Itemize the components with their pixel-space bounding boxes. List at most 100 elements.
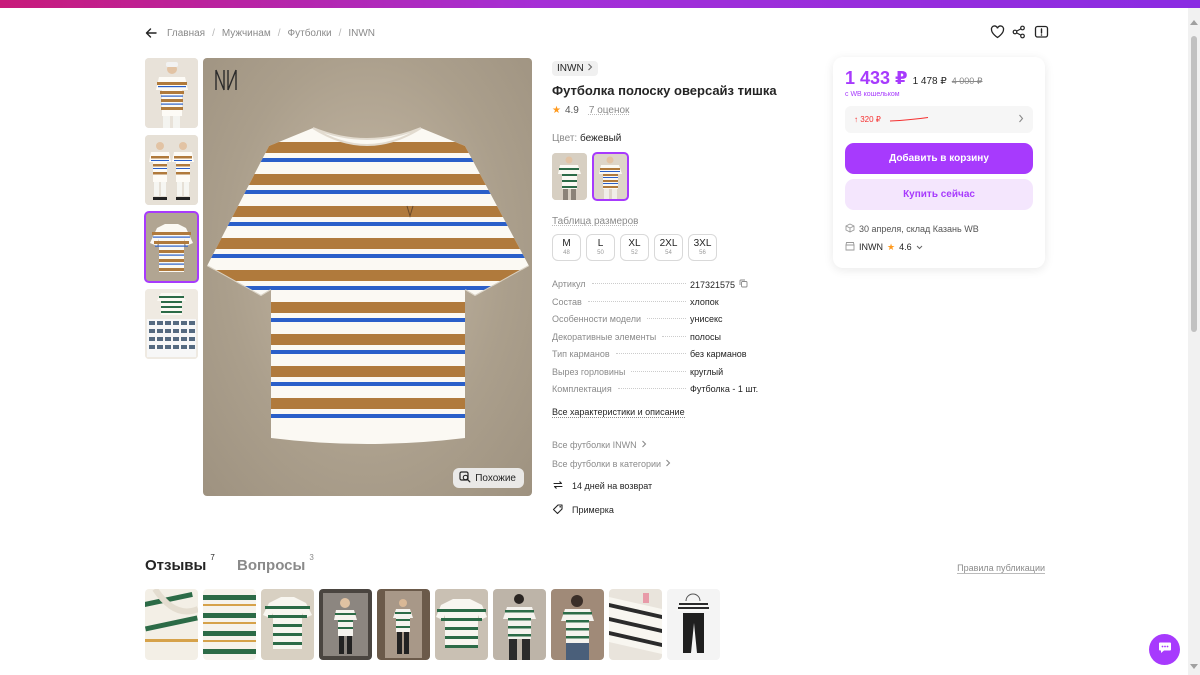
spec-value: хлопок (690, 296, 719, 307)
breadcrumb-home[interactable]: Главная (167, 28, 205, 39)
chevron-down-icon (916, 242, 923, 252)
chat-icon (1158, 641, 1172, 659)
search-similar-icon (459, 470, 471, 486)
color-swatch-green[interactable] (552, 153, 587, 200)
spec-key: Тип карманов (552, 349, 610, 359)
chat-button[interactable] (1149, 634, 1180, 665)
review-photo[interactable] (551, 589, 604, 660)
review-photo[interactable] (493, 589, 546, 660)
spec-value: унисекс (690, 314, 723, 324)
price-block: 1 433 ₽ 1 478 ₽ 4 000 ₽ (845, 68, 1033, 89)
share-icon[interactable] (1011, 24, 1027, 40)
spec-key: Вырез горловины (552, 366, 626, 377)
breadcrumb-men[interactable]: Мужчинам (222, 28, 271, 39)
rating-value: 4.9 (564, 105, 579, 116)
size-option-3xl[interactable]: 3XL 56 (688, 234, 717, 261)
add-to-cart-button[interactable]: Добавить в корзину (845, 143, 1033, 174)
back-arrow-icon[interactable] (144, 26, 158, 40)
size-option-m[interactable]: M 48 (552, 234, 581, 261)
price-history-button[interactable]: ↑ 320 ₽ (845, 106, 1033, 133)
size-ru: 48 (563, 250, 570, 256)
fitting-label: Примерка (572, 504, 614, 515)
report-icon[interactable] (1033, 24, 1049, 40)
size-option-l[interactable]: L 50 (586, 234, 615, 261)
copy-icon[interactable] (739, 279, 748, 290)
chevron-right-icon (1018, 114, 1024, 125)
reviews-section-header: Отзывы 7 Вопросы 3 Правила публикации (145, 553, 1045, 577)
regular-price: 1 478 ₽ (912, 76, 947, 87)
tab-questions-label: Вопросы (237, 557, 306, 574)
heart-icon[interactable] (989, 24, 1005, 40)
review-photo[interactable] (261, 589, 314, 660)
spec-value: без карманов (690, 349, 747, 359)
star-icon: ★ (887, 241, 896, 252)
breadcrumb: Главная / Мужчинам / Футболки / INWN (167, 28, 375, 39)
size-label: L (597, 238, 604, 249)
questions-count: 3 (309, 553, 314, 562)
size-table-link[interactable]: Таблица размеров (552, 216, 638, 227)
seller-name: INWN (859, 242, 883, 252)
breadcrumb-separator: / (212, 28, 215, 39)
size-option-2xl[interactable]: 2XL 54 (654, 234, 683, 261)
product-actions (989, 24, 1049, 40)
spec-key: Особенности модели (552, 314, 641, 324)
size-ru: 54 (665, 250, 672, 256)
top-gradient-bar (0, 0, 1200, 8)
spec-row: Особенности модели унисекс (552, 314, 812, 332)
thumbnail-1[interactable] (145, 58, 198, 128)
thumbnail-2[interactable] (145, 135, 198, 205)
review-photo[interactable] (609, 589, 662, 660)
old-price: 4 000 ₽ (951, 76, 983, 86)
spec-key: Комплектация (552, 384, 612, 394)
size-ru: 50 (597, 250, 604, 256)
color-label-prefix: Цвет: (552, 133, 578, 144)
review-photo[interactable] (377, 589, 430, 660)
star-icon: ★ (552, 105, 561, 116)
spec-row: Тип карманов без карманов (552, 349, 812, 367)
scroll-up-arrow-icon[interactable] (1190, 20, 1198, 25)
scrollbar-thumb[interactable] (1191, 36, 1197, 332)
breadcrumb-tshirts[interactable]: Футболки (288, 28, 332, 39)
review-photo[interactable] (319, 589, 372, 660)
seller-info[interactable]: INWN ★ 4.6 (845, 241, 1033, 253)
size-label: 3XL (693, 238, 712, 249)
breadcrumb-brand[interactable]: INWN (348, 28, 375, 39)
color-swatch-beige-selected[interactable] (592, 152, 629, 201)
review-photo[interactable] (145, 589, 198, 660)
similar-products-button[interactable]: Похожие (453, 468, 524, 488)
spec-value: круглый (690, 366, 724, 377)
main-product-photo[interactable]: Похожие (203, 58, 532, 496)
wallet-note: с WB кошельком (845, 91, 900, 98)
chevron-right-icon (665, 459, 671, 469)
thumbnail-3-selected[interactable] (144, 211, 199, 283)
product-info: INWN Футболка полоску оверсайз тишка ★ 4… (552, 58, 812, 517)
spec-value[interactable]: 217321575 (690, 280, 735, 290)
brand-chip[interactable]: INWN (552, 61, 598, 76)
category-tshirts-link[interactable]: Все футболки в категории (552, 459, 812, 469)
color-value: бежевый (579, 133, 622, 144)
thumbnail-4[interactable] (145, 289, 198, 359)
reviews-count: 7 (210, 553, 215, 562)
color-swatches (552, 152, 812, 201)
ratings-count-link[interactable]: 7 оценок (589, 105, 630, 116)
review-photo[interactable] (203, 589, 256, 660)
tab-questions[interactable]: Вопросы 3 (237, 553, 314, 574)
review-photos (145, 589, 720, 660)
spec-row: Артикул 217321575 (552, 279, 812, 297)
chevron-right-icon (587, 63, 593, 74)
photo-thumbnails (144, 58, 199, 366)
review-photo[interactable] (435, 589, 488, 660)
review-photo[interactable] (667, 589, 720, 660)
similar-products-label: Похожие (475, 472, 516, 484)
spec-key: Артикул (552, 279, 586, 289)
publication-rules-link[interactable]: Правила публикации (957, 563, 1045, 574)
page-scrollbar[interactable] (1188, 8, 1200, 675)
return-icon (552, 479, 564, 493)
size-option-xl[interactable]: XL 52 (620, 234, 649, 261)
tab-reviews[interactable]: Отзывы 7 (145, 553, 215, 574)
brand-tshirts-link[interactable]: Все футболки INWN (552, 440, 812, 450)
color-label: Цвет: бежевый (552, 133, 812, 144)
scroll-down-arrow-icon[interactable] (1190, 664, 1198, 669)
buy-now-button[interactable]: Купить сейчас (845, 179, 1033, 210)
all-specs-link[interactable]: Все характеристики и описание (552, 407, 685, 418)
